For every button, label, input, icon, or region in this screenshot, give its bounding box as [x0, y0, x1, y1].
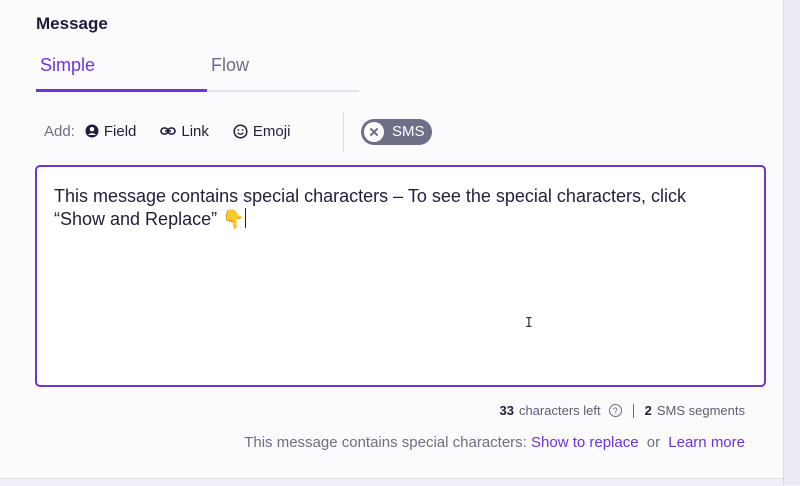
special-chars-notice: This message contains special characters…	[244, 434, 745, 451]
add-emoji-button[interactable]: Emoji	[233, 122, 291, 140]
chars-left-label: characters left	[518, 403, 601, 418]
sms-segments-label: SMS segments	[656, 403, 745, 418]
message-panel: Message Simple Flow Add: Field Link Emoj…	[0, 0, 783, 485]
close-icon	[370, 128, 378, 136]
message-text: This message contains special characters…	[54, 186, 686, 229]
tab-flow[interactable]: Flow	[211, 55, 249, 76]
link-icon	[160, 127, 177, 135]
insert-toolbar: Add: Field Link Emoji	[44, 117, 314, 145]
text-caret	[244, 208, 247, 228]
add-label: Add:	[44, 122, 75, 140]
sms-toggle[interactable]: SMS	[361, 119, 432, 145]
tab-simple[interactable]: Simple	[40, 55, 95, 76]
message-editor[interactable]: This message contains special characters…	[35, 165, 766, 387]
link-label: Link	[181, 122, 209, 140]
learn-more-link[interactable]: Learn more	[668, 434, 745, 451]
add-link-button[interactable]: Link	[160, 123, 209, 140]
help-icon[interactable]: ?	[608, 404, 622, 417]
user-circle-icon	[85, 124, 99, 138]
section-title: Message	[36, 14, 108, 33]
add-field-button[interactable]: Field	[85, 122, 137, 140]
text-cursor-icon: I	[525, 316, 533, 331]
notice-text: This message contains special characters…	[244, 434, 527, 451]
active-tab-indicator	[36, 89, 207, 92]
message-text-area[interactable]: This message contains special characters…	[54, 185, 734, 231]
character-counter: 33 characters left ? 2 SMS segments	[499, 403, 745, 418]
sms-toggle-label: SMS	[392, 123, 425, 140]
show-to-replace-link[interactable]: Show to replace	[531, 434, 639, 451]
sms-segments-value: 2	[644, 403, 652, 418]
side-scroll-area	[783, 0, 800, 485]
toolbar-divider	[343, 112, 344, 152]
smiley-icon	[233, 123, 248, 139]
chars-left-value: 33	[499, 403, 514, 418]
field-label: Field	[103, 122, 137, 140]
message-tabs: Simple Flow	[36, 50, 359, 92]
notice-or: or	[646, 434, 661, 451]
toggle-knob	[364, 122, 384, 142]
emoji-label: Emoji	[252, 122, 291, 140]
counter-separator	[632, 403, 634, 418]
